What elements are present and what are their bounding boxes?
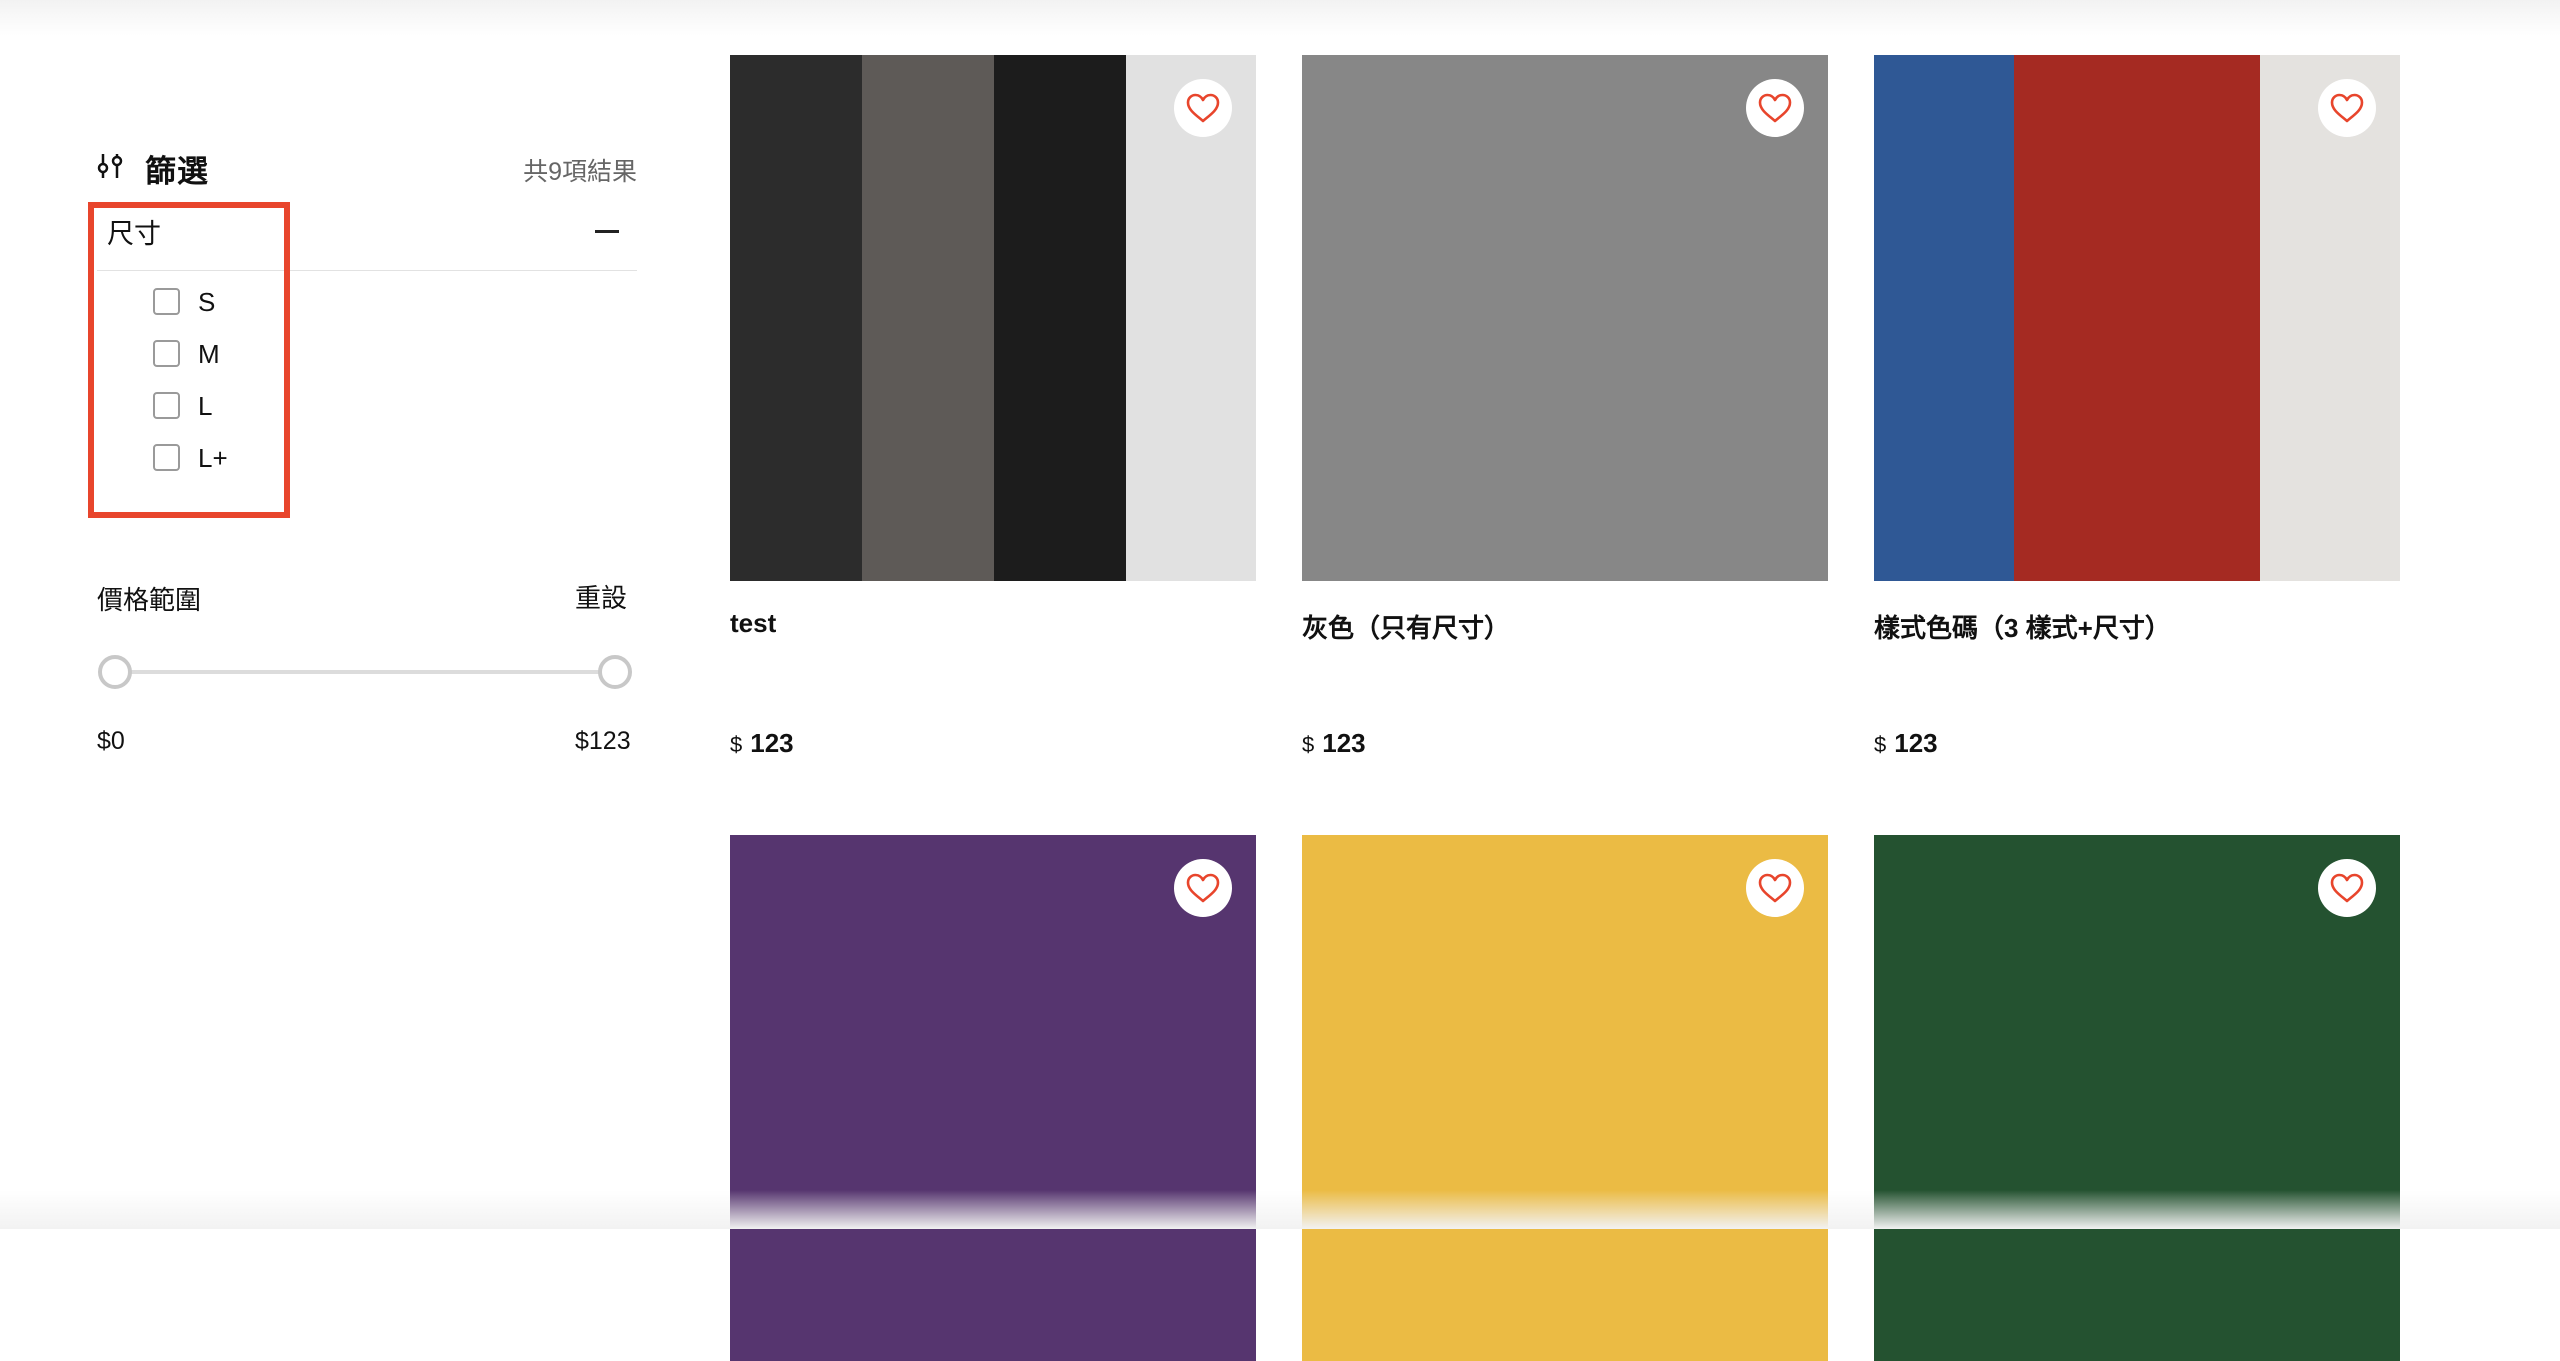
product-image[interactable]	[730, 835, 1256, 1361]
currency-symbol: $	[1302, 732, 1315, 757]
size-checkbox[interactable]	[153, 288, 180, 315]
price-value: 123	[1322, 728, 1366, 758]
price-value: 123	[1894, 728, 1938, 758]
size-option-label: L+	[198, 443, 228, 473]
filter-header: 篩選 共9項結果	[97, 140, 637, 190]
color-swatch	[730, 55, 862, 581]
product-image[interactable]	[1874, 55, 2400, 581]
color-swatch	[1874, 835, 2400, 1361]
divider	[97, 270, 637, 271]
favorite-button[interactable]	[2318, 859, 2376, 917]
filter-sliders-icon	[97, 154, 123, 178]
price-range-title: 價格範圍	[97, 585, 202, 615]
size-checkbox[interactable]	[153, 392, 180, 419]
heart-icon	[1186, 93, 1220, 123]
favorite-button[interactable]	[1746, 859, 1804, 917]
price-reset-button[interactable]: 重設	[575, 578, 627, 615]
size-filter-group: 尺寸 S M L L+	[97, 202, 637, 512]
result-count: 共9項結果	[523, 158, 637, 186]
size-option-m[interactable]: M	[153, 340, 273, 372]
price-value: 123	[750, 728, 794, 758]
color-swatch	[1874, 55, 2014, 581]
price-slider-max-handle[interactable]	[598, 655, 632, 689]
product-image[interactable]	[1302, 835, 1828, 1361]
size-option-lplus[interactable]: L+	[153, 444, 273, 476]
product-image[interactable]	[1302, 55, 1828, 581]
price-slider-track[interactable]	[111, 670, 617, 674]
product-price: $123	[1302, 728, 1366, 759]
color-swatch	[730, 835, 1256, 1361]
size-option-label: M	[198, 339, 220, 369]
favorite-button[interactable]	[2318, 79, 2376, 137]
price-max-label: $123	[575, 727, 631, 755]
collapse-minus-icon[interactable]	[595, 230, 619, 233]
color-swatch	[1302, 55, 1828, 581]
heart-icon	[2330, 873, 2364, 903]
product-price: $123	[1874, 728, 1938, 759]
price-range-filter: 價格範圍 重設	[97, 580, 637, 700]
currency-symbol: $	[730, 732, 743, 757]
product-price: $123	[730, 728, 794, 759]
favorite-button[interactable]	[1174, 859, 1232, 917]
size-option-label: S	[198, 287, 216, 317]
price-slider-min-handle[interactable]	[98, 655, 132, 689]
product-name[interactable]: test	[730, 608, 776, 639]
color-swatch	[994, 55, 1126, 581]
size-checkbox[interactable]	[153, 444, 180, 471]
size-option-s[interactable]: S	[153, 288, 273, 320]
size-option-l[interactable]: L	[153, 392, 273, 424]
filter-title: 篩選	[145, 154, 209, 189]
product-image[interactable]	[730, 55, 1256, 581]
size-checkbox[interactable]	[153, 340, 180, 367]
top-bar	[0, 0, 2560, 36]
color-swatch	[1302, 835, 1828, 1361]
heart-icon	[1186, 873, 1220, 903]
favorite-button[interactable]	[1746, 79, 1804, 137]
color-swatch	[2260, 55, 2400, 581]
color-swatch	[862, 55, 994, 581]
heart-icon	[2330, 93, 2364, 123]
color-swatch	[2014, 55, 2260, 581]
heart-icon	[1758, 873, 1792, 903]
product-name[interactable]: 灰色（只有尺寸）	[1302, 608, 1510, 645]
size-option-label: L	[198, 391, 213, 421]
price-min-label: $0	[97, 727, 125, 755]
favorite-button[interactable]	[1174, 79, 1232, 137]
currency-symbol: $	[1874, 732, 1887, 757]
size-filter-title[interactable]: 尺寸	[107, 212, 161, 251]
product-name[interactable]: 樣式色碼（3 樣式+尺寸）	[1874, 608, 2171, 645]
heart-icon	[1758, 93, 1792, 123]
product-image[interactable]	[1874, 835, 2400, 1361]
